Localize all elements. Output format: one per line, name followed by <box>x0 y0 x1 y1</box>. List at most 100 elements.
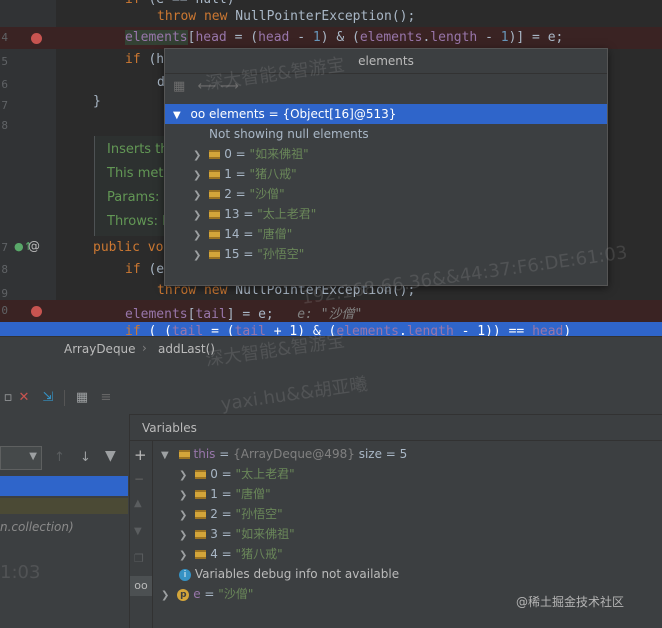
item-value: "太上老君" <box>257 207 317 221</box>
code-line-5: } <box>93 94 101 109</box>
field-icon <box>195 490 207 499</box>
item-value: "孙悟空" <box>257 247 305 261</box>
popup-toolbar: ▦ ⟵ ⟶ <box>173 79 253 97</box>
inline-debug-popup[interactable]: elements ▦ ⟵ ⟶ ▼ oo elements = {Object[1… <box>164 48 608 286</box>
remove-watch-icon[interactable]: − <box>134 472 144 486</box>
field-icon <box>195 550 207 559</box>
popup-item-row[interactable]: ❯ 1 = "猪八戒" <box>165 164 607 184</box>
popup-root-row[interactable]: ▼ oo elements = {Object[16]@513} <box>165 104 607 124</box>
var-value: "如来佛祖" <box>235 527 295 541</box>
item-value: "唐僧" <box>257 227 293 241</box>
frames-icon[interactable]: ▦ <box>173 79 185 94</box>
var-row-item[interactable]: ❯ 4 = "猪八戒" <box>153 544 662 564</box>
annotation-icon: @ <box>28 239 40 253</box>
var-row-item[interactable]: ❯ 1 = "唐僧" <box>153 484 662 504</box>
chevron-down-icon[interactable]: ▼ <box>161 450 169 461</box>
field-icon <box>209 170 221 179</box>
move-down-icon[interactable]: ▼ <box>134 526 142 537</box>
var-index: 0 <box>210 467 218 481</box>
breakpoint-icon[interactable] <box>31 306 42 317</box>
var-value: "太上老君" <box>235 467 295 481</box>
chevron-right-icon[interactable]: ❯ <box>179 550 187 561</box>
chevron-right-icon[interactable]: ❯ <box>161 590 169 601</box>
popup-item-row[interactable]: ❯ 14 = "唐僧" <box>165 224 607 244</box>
filter-frames-icon[interactable]: ▼ <box>105 448 116 464</box>
var-row-info[interactable]: i Variables debug info not available <box>153 564 662 584</box>
field-icon <box>209 250 221 259</box>
arrow-up-icon[interactable]: ↑ <box>54 450 65 465</box>
frame-text: n.collection) <box>0 520 74 534</box>
variables-header: Variables <box>130 414 662 441</box>
var-row-item[interactable]: ❯ 3 = "如来佛祖" <box>153 524 662 544</box>
chevron-right-icon[interactable]: ❯ <box>193 230 201 241</box>
frame-row-selected[interactable] <box>0 476 128 496</box>
move-up-icon[interactable]: ▲ <box>134 498 142 509</box>
code-line-3: if (h <box>125 52 165 67</box>
var-value: {ArrayDeque@498} <box>233 447 355 461</box>
field-icon <box>209 210 221 219</box>
line-number: 8 <box>1 119 8 132</box>
var-value: "孙悟空" <box>235 507 283 521</box>
glasses-icon[interactable]: oo <box>130 576 152 596</box>
editor-gutter <box>0 0 56 336</box>
thread-select[interactable]: ▼ <box>0 446 42 470</box>
settings-icon[interactable]: ≡ <box>98 390 114 406</box>
item-value: "沙僧" <box>249 187 285 201</box>
code-editor[interactable]: if (e == null) throw new NullPointerExce… <box>0 0 662 336</box>
code-line-15: if ( (tail = (tail + 1) & (elements.leng… <box>125 324 572 336</box>
item-value: "猪八戒" <box>249 167 297 181</box>
chevron-down-icon[interactable]: ▼ <box>173 110 181 121</box>
info-text: Variables debug info not available <box>194 567 400 581</box>
line-number: 6 <box>1 78 8 91</box>
chevron-right-icon[interactable]: ❯ <box>193 150 201 161</box>
info-icon: i <box>179 568 191 581</box>
var-value: "猪八戒" <box>235 547 283 561</box>
chevron-right-icon[interactable]: ❯ <box>193 170 201 181</box>
var-index: 1 <box>210 487 218 501</box>
popup-item-row[interactable]: ❯ 13 = "太上老君" <box>165 204 607 224</box>
var-row-item[interactable]: ❯ 0 = "太上老君" <box>153 464 662 484</box>
chevron-right-icon[interactable]: ❯ <box>179 530 187 541</box>
var-row-this[interactable]: ▼ this = {ArrayDeque@498} size = 5 <box>153 444 662 464</box>
breadcrumb-method[interactable]: addLast() <box>158 342 215 356</box>
var-index: 2 <box>210 507 218 521</box>
popup-item-row[interactable]: ❯ 2 = "沙僧" <box>165 184 607 204</box>
item-index: 2 <box>224 187 232 201</box>
debug-toolbar: ▫ ✕ ⇲ ▦ ≡ <box>0 382 662 415</box>
code-line-12: if (e <box>125 262 165 277</box>
line-number: 8 <box>1 263 8 276</box>
copy-icon[interactable]: ❐ <box>134 552 144 565</box>
forward-icon[interactable]: ⟶ <box>220 79 239 94</box>
var-name: this <box>193 447 216 461</box>
back-icon[interactable]: ⟵ <box>197 79 216 94</box>
root-label: elements = {Object[16]@513} <box>209 107 397 121</box>
frame-row[interactable] <box>0 498 128 514</box>
field-icon <box>195 470 207 479</box>
mute-breakpoints-icon[interactable]: ▫ <box>0 390 16 406</box>
doc-line: Params: e <box>107 190 172 205</box>
breadcrumb-class[interactable]: ArrayDeque <box>64 342 136 356</box>
clear-icon[interactable]: ✕ <box>16 390 32 406</box>
table-icon[interactable]: ▦ <box>74 390 90 406</box>
field-icon <box>195 510 207 519</box>
doc-line: This meth <box>107 166 172 181</box>
code-line-1: throw new NullPointerException(); <box>157 9 416 24</box>
toolbar-divider <box>64 390 65 406</box>
chevron-right-icon[interactable]: ❯ <box>193 210 201 221</box>
chevron-right-icon[interactable]: ❯ <box>179 490 187 501</box>
add-watch-icon[interactable]: + <box>134 446 147 464</box>
chevron-right-icon[interactable]: ❯ <box>179 510 187 521</box>
field-icon <box>209 230 221 239</box>
breakpoint-icon[interactable] <box>31 33 42 44</box>
breadcrumb-separator: › <box>142 341 147 355</box>
filter-icon[interactable]: ⇲ <box>40 390 56 406</box>
var-row-item[interactable]: ❯ 2 = "孙悟空" <box>153 504 662 524</box>
popup-item-row[interactable]: ❯ 0 = "如来佛祖" <box>165 144 607 164</box>
chevron-right-icon[interactable]: ❯ <box>179 470 187 481</box>
chevron-down-icon: ▼ <box>29 451 37 462</box>
arrow-down-icon[interactable]: ↓ <box>80 450 91 465</box>
chevron-right-icon[interactable]: ❯ <box>193 190 201 201</box>
var-value: "唐僧" <box>235 487 271 501</box>
chevron-right-icon[interactable]: ❯ <box>193 250 201 261</box>
popup-item-row[interactable]: ❯ 15 = "孙悟空" <box>165 244 607 264</box>
